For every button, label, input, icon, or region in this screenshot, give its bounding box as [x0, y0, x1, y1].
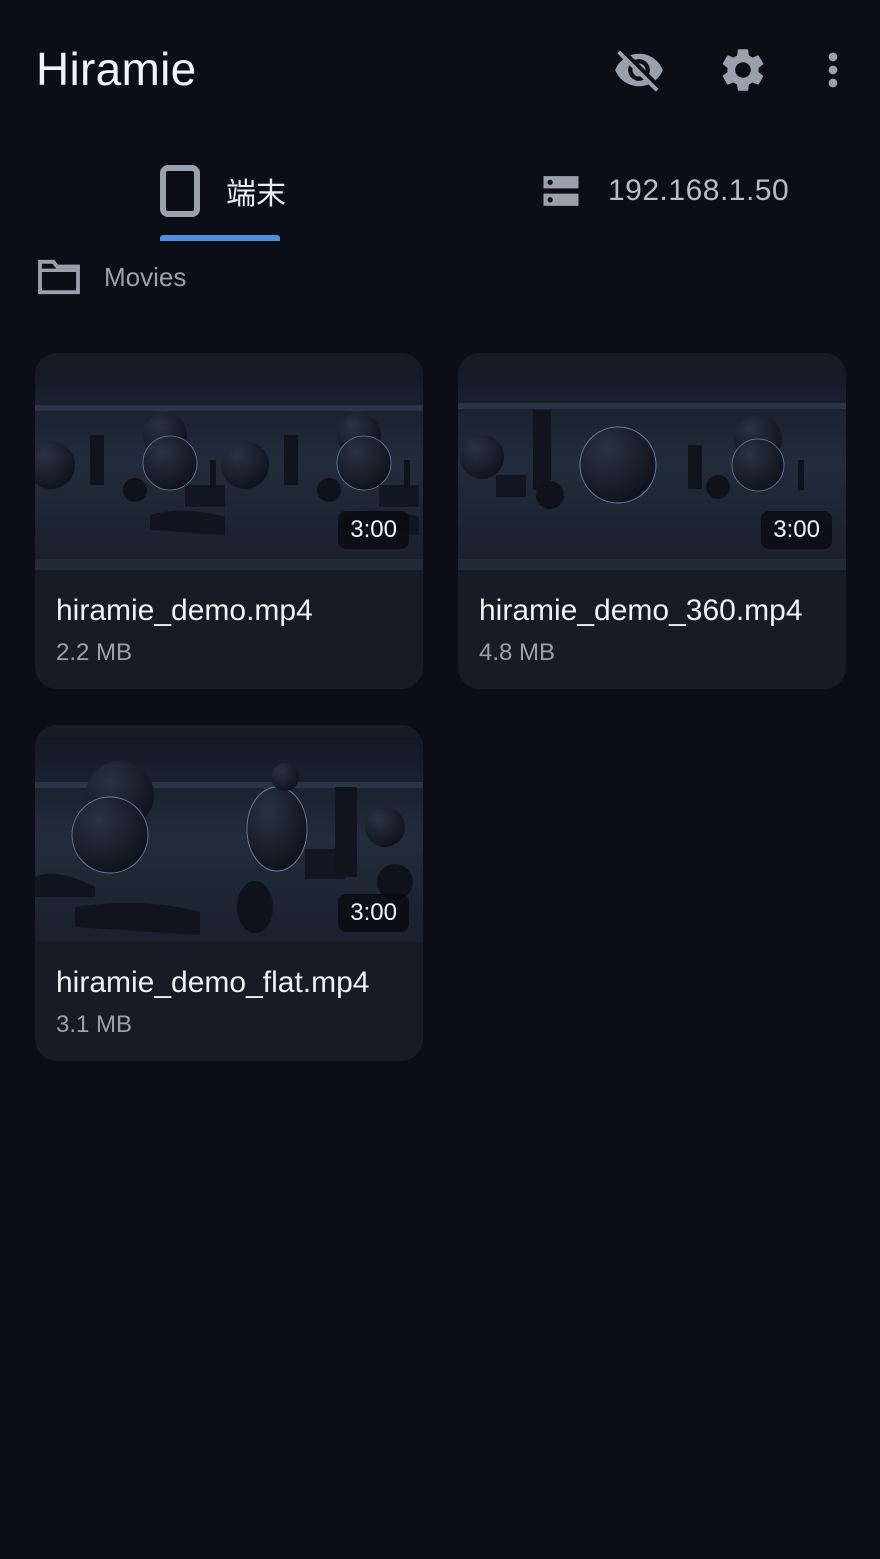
- app-bar: Hiramie: [0, 0, 880, 140]
- phone-icon: [160, 165, 200, 217]
- video-size: 3.1 MB: [56, 1011, 133, 1038]
- tab-server[interactable]: 192.168.1.50: [540, 140, 789, 242]
- breadcrumb-label: Movies: [104, 261, 187, 292]
- video-name: hiramie_demo_flat.mp4: [56, 966, 370, 999]
- video-thumbnail: 3:00: [458, 365, 846, 559]
- video-card[interactable]: 3:00 hiramie_demo_flat.mp4 3.1 MB: [35, 725, 423, 1061]
- eye-off-icon: [615, 50, 663, 92]
- tab-device-label: 端末: [226, 178, 286, 211]
- video-size: 2.2 MB: [56, 639, 133, 666]
- video-card[interactable]: 3:00 hiramie_demo.mp4 2.2 MB: [35, 353, 423, 689]
- video-duration: 3:00: [761, 511, 832, 549]
- video-card[interactable]: 3:00 hiramie_demo_360.mp4 4.8 MB: [458, 353, 846, 689]
- more-options-button[interactable]: [801, 38, 865, 102]
- thumbnail-divider: [458, 559, 846, 570]
- source-tabs: 端末 192.168.1.50: [0, 140, 880, 242]
- tab-selected-indicator: [160, 235, 280, 241]
- tab-server-label: 192.168.1.50: [608, 174, 790, 207]
- video-thumbnail: 3:00: [35, 365, 423, 559]
- folder-icon: [38, 259, 80, 295]
- gear-icon: [722, 49, 764, 91]
- video-name: hiramie_demo.mp4: [56, 594, 313, 627]
- video-name: hiramie_demo_360.mp4: [479, 594, 803, 627]
- app-title: Hiramie: [36, 43, 197, 95]
- thumbnail-divider: [35, 559, 423, 570]
- tab-device[interactable]: 端末: [160, 140, 286, 242]
- breadcrumb[interactable]: Movies: [36, 254, 186, 300]
- server-icon: [543, 176, 579, 206]
- toggle-hidden-button[interactable]: [607, 38, 671, 102]
- more-vert-icon: [828, 52, 838, 88]
- video-duration: 3:00: [338, 894, 409, 932]
- video-thumbnail: 3:00: [35, 737, 423, 942]
- settings-button[interactable]: [711, 38, 775, 102]
- video-size: 4.8 MB: [479, 639, 556, 666]
- video-duration: 3:00: [338, 511, 409, 549]
